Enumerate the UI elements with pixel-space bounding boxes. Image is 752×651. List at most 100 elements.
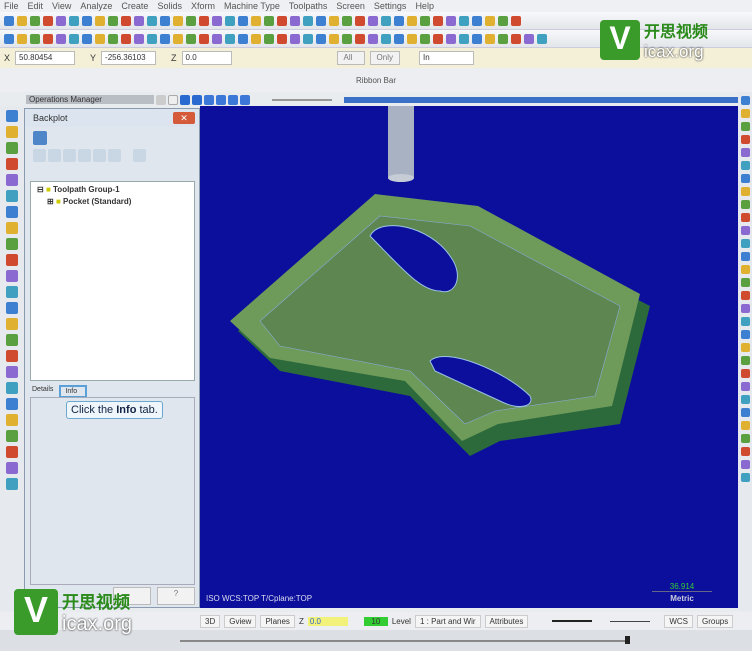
toolpath-icon[interactable] bbox=[33, 149, 46, 162]
tool-button-icon[interactable] bbox=[17, 33, 27, 44]
tool-button-icon[interactable] bbox=[264, 15, 274, 26]
tool-button-icon[interactable] bbox=[394, 15, 404, 26]
tool-button-icon[interactable] bbox=[329, 15, 339, 26]
play-icon[interactable] bbox=[180, 94, 190, 105]
info-icon[interactable] bbox=[133, 149, 146, 162]
z-depth-input[interactable]: 0.0 bbox=[307, 616, 348, 626]
tool-button-icon[interactable] bbox=[6, 254, 18, 266]
tool-button-icon[interactable] bbox=[6, 190, 18, 202]
tool-button-icon[interactable] bbox=[225, 15, 235, 26]
tool-button-icon[interactable] bbox=[511, 15, 521, 26]
fast-forward-icon[interactable] bbox=[240, 94, 250, 105]
tool-button-icon[interactable] bbox=[537, 33, 547, 44]
menu-analyze[interactable]: Analyze bbox=[80, 1, 112, 11]
tool-button-icon[interactable] bbox=[6, 238, 18, 250]
tool-button-icon[interactable] bbox=[342, 33, 352, 44]
stop-icon[interactable] bbox=[192, 94, 202, 105]
tool-button-icon[interactable] bbox=[740, 304, 750, 313]
tool-button-icon[interactable] bbox=[355, 33, 365, 44]
tool-button-icon[interactable] bbox=[740, 200, 750, 209]
tool-button-icon[interactable] bbox=[6, 430, 18, 442]
tool-button-icon[interactable] bbox=[368, 33, 378, 44]
tool-button-icon[interactable] bbox=[30, 33, 40, 44]
tool-button-icon[interactable] bbox=[56, 33, 66, 44]
tool-button-icon[interactable] bbox=[740, 434, 750, 443]
tool-button-icon[interactable] bbox=[6, 158, 18, 170]
color-select[interactable]: 10 bbox=[363, 616, 388, 626]
tool-button-icon[interactable] bbox=[316, 15, 326, 26]
tool-button-icon[interactable] bbox=[740, 408, 750, 417]
tool-button-icon[interactable] bbox=[740, 148, 750, 157]
level-select[interactable]: 1 : Part and Wir bbox=[414, 614, 481, 628]
tool-button-icon[interactable] bbox=[498, 33, 508, 44]
tool-button-icon[interactable] bbox=[225, 33, 235, 44]
tool-button-icon[interactable] bbox=[43, 15, 53, 26]
x-input[interactable]: 50.80454 bbox=[15, 51, 76, 65]
tool-button-icon[interactable] bbox=[740, 252, 750, 261]
tool-button-icon[interactable] bbox=[95, 15, 105, 26]
3d-button[interactable]: 3D bbox=[200, 614, 221, 628]
tool-button-icon[interactable] bbox=[6, 142, 18, 154]
tool-button-icon[interactable] bbox=[303, 15, 313, 26]
graphics-viewport[interactable]: ISO WCS:TOP T/Cplane:TOP 36.914 Metric bbox=[200, 106, 738, 608]
menu-solids[interactable]: Solids bbox=[157, 1, 182, 11]
tool-button-icon[interactable] bbox=[147, 33, 157, 44]
y-input[interactable]: -256.36103 bbox=[101, 51, 157, 65]
step-forward-icon[interactable] bbox=[228, 94, 238, 105]
tool-button-icon[interactable] bbox=[238, 15, 248, 26]
menu-screen[interactable]: Screen bbox=[336, 1, 365, 11]
tool-button-icon[interactable] bbox=[277, 33, 287, 44]
endpoint-icon[interactable] bbox=[108, 149, 121, 162]
line-width-select[interactable] bbox=[610, 620, 651, 622]
tool-button-icon[interactable] bbox=[740, 330, 750, 339]
tool-button-icon[interactable] bbox=[69, 33, 79, 44]
tool-button-icon[interactable] bbox=[6, 110, 18, 122]
tool-button-icon[interactable] bbox=[740, 460, 750, 469]
holder-icon[interactable] bbox=[63, 149, 76, 162]
tool-button-icon[interactable] bbox=[212, 33, 222, 44]
gview-button[interactable]: Gview bbox=[224, 614, 257, 628]
step-back-icon[interactable] bbox=[216, 94, 226, 105]
tool-button-icon[interactable] bbox=[740, 369, 750, 378]
tool-button-icon[interactable] bbox=[186, 33, 196, 44]
tool-button-icon[interactable] bbox=[6, 206, 18, 218]
tool-button-icon[interactable] bbox=[407, 15, 417, 26]
tool-button-icon[interactable] bbox=[485, 33, 495, 44]
line-style-select[interactable] bbox=[552, 620, 593, 622]
tool-button-icon[interactable] bbox=[740, 161, 750, 170]
tool-button-icon[interactable] bbox=[459, 33, 469, 44]
tool-button-icon[interactable] bbox=[740, 317, 750, 326]
tool-button-icon[interactable] bbox=[134, 33, 144, 44]
tool-button-icon[interactable] bbox=[407, 33, 417, 44]
menu-machine-type[interactable]: Machine Type bbox=[224, 1, 280, 11]
tool-button-icon[interactable] bbox=[108, 15, 118, 26]
tool-button-icon[interactable] bbox=[6, 414, 18, 426]
tool-button-icon[interactable] bbox=[446, 33, 456, 44]
tool-button-icon[interactable] bbox=[355, 15, 365, 26]
tool-button-icon[interactable] bbox=[381, 15, 391, 26]
tool-button-icon[interactable] bbox=[251, 33, 261, 44]
tool-button-icon[interactable] bbox=[69, 15, 79, 26]
tool-button-icon[interactable] bbox=[160, 15, 170, 26]
tool-button-icon[interactable] bbox=[420, 15, 430, 26]
tool-button-icon[interactable] bbox=[740, 226, 750, 235]
tool-button-icon[interactable] bbox=[173, 33, 183, 44]
tool-button-icon[interactable] bbox=[740, 265, 750, 274]
tool-button-icon[interactable] bbox=[459, 15, 469, 26]
tool-button-icon[interactable] bbox=[6, 366, 18, 378]
tool-button-icon[interactable] bbox=[6, 350, 18, 362]
tool-button-icon[interactable] bbox=[316, 33, 326, 44]
menu-help[interactable]: Help bbox=[415, 1, 434, 11]
tool-button-icon[interactable] bbox=[6, 398, 18, 410]
rewind-icon[interactable] bbox=[204, 94, 214, 105]
tool-button-icon[interactable] bbox=[17, 15, 27, 26]
tool-button-icon[interactable] bbox=[43, 33, 53, 44]
tool-button-icon[interactable] bbox=[108, 33, 118, 44]
tool-button-icon[interactable] bbox=[740, 473, 750, 482]
menu-settings[interactable]: Settings bbox=[374, 1, 407, 11]
tool-button-icon[interactable] bbox=[82, 33, 92, 44]
tool-button-icon[interactable] bbox=[199, 15, 209, 26]
tool-button-icon[interactable] bbox=[95, 33, 105, 44]
tool-button-icon[interactable] bbox=[121, 15, 131, 26]
tool-button-icon[interactable] bbox=[4, 33, 14, 44]
